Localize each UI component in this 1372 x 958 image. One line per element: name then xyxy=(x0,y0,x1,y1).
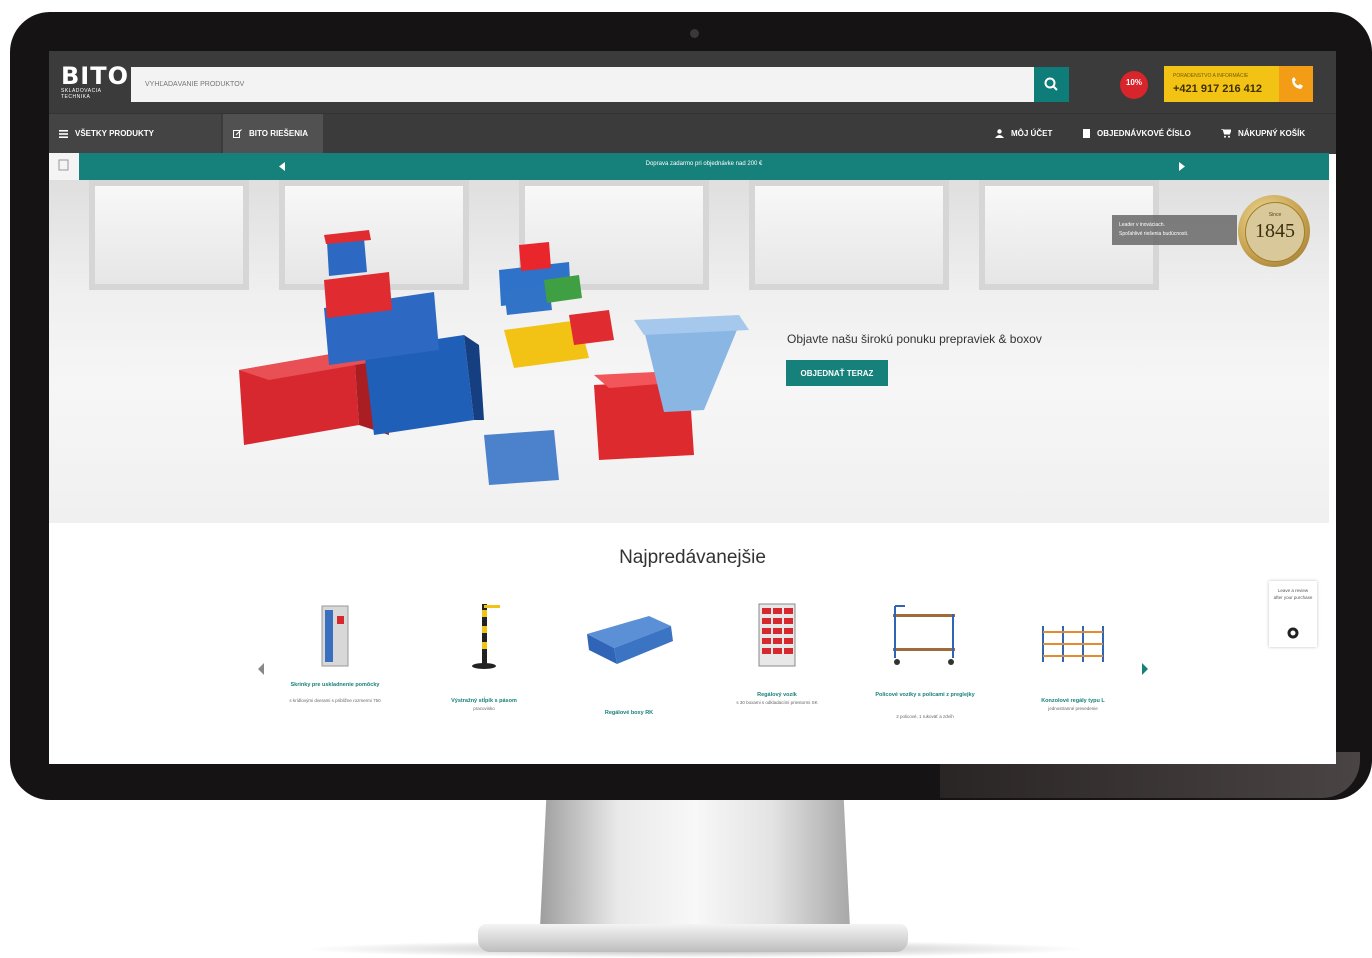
bestsellers-title: Najpredávanejšie xyxy=(619,547,766,568)
category-cabinets[interactable] xyxy=(49,153,81,179)
nav-my-account[interactable]: MÔJ ÚČET xyxy=(995,114,1052,154)
product-card[interactable]: Policové vozíky s policami z preglejky 2… xyxy=(865,596,985,719)
product-card[interactable]: Skrinky pre uskladnenie pomôcky s krídlo… xyxy=(275,596,395,716)
product-card[interactable]: Regálové boxy RK xyxy=(569,596,689,716)
menu-icon xyxy=(59,129,68,138)
order-now-button[interactable]: OBJEDNAŤ TERAZ xyxy=(786,360,888,386)
promo-bar: Doprava zadarmo pri objednávke nad 200 € xyxy=(79,153,1329,180)
nav-cart[interactable]: NÁKUPNÝ KOŠÍK xyxy=(1221,114,1305,154)
product-image xyxy=(587,616,673,664)
hero-banner: Objavte našu širokú ponuku prepraviek & … xyxy=(49,180,1329,523)
search-field xyxy=(131,67,1039,102)
carousel-prev-arrow[interactable] xyxy=(258,663,264,675)
product-image xyxy=(472,604,500,669)
user-icon xyxy=(995,129,1004,139)
product-card[interactable]: Konzolové regály typu L jednostranné pre… xyxy=(1013,596,1133,716)
nav-bito-solutions[interactable]: BITO RIEŠENIA xyxy=(223,114,323,154)
product-card[interactable]: Výstražný stĺpik s pásom pracovisko xyxy=(424,596,544,716)
search-input[interactable] xyxy=(131,67,1039,102)
phone-icon xyxy=(1292,77,1303,89)
phone-info[interactable]: PORADENSTVO A INFORMÁCIE +421 917 216 41… xyxy=(1164,66,1279,102)
hero-heading: Objavte našu širokú ponuku prepraviek & … xyxy=(787,332,1042,346)
monitor-stand-neck xyxy=(540,800,850,928)
bito-logo[interactable]: BITO SKLADOVACIA TECHNIKA xyxy=(61,64,128,102)
top-header: BITO SKLADOVACIA TECHNIKA 10% PORADENSTV… xyxy=(49,51,1336,113)
product-image xyxy=(758,603,796,667)
product-image xyxy=(321,605,349,667)
chevron-right-icon[interactable] xyxy=(1179,162,1185,171)
search-button[interactable] xyxy=(1034,67,1069,102)
since-1845-seal: Since 1845 xyxy=(1238,195,1310,267)
carousel-next-arrow[interactable] xyxy=(1142,663,1148,675)
edit-icon xyxy=(233,129,242,139)
webcam xyxy=(690,29,699,38)
product-image xyxy=(893,605,955,665)
document-icon xyxy=(1083,129,1090,139)
search-icon xyxy=(1044,77,1058,91)
cabinet-icon xyxy=(58,159,69,171)
monitor-stand-base xyxy=(478,924,908,952)
chat-icon xyxy=(1287,627,1299,639)
leader-tagline: Leader v inováciach. Spoľahlivé riešenia… xyxy=(1112,215,1237,245)
phone-button[interactable] xyxy=(1279,66,1313,102)
website-screen: BITO SKLADOVACIA TECHNIKA 10% PORADENSTV… xyxy=(49,51,1336,764)
discount-badge[interactable]: 10% xyxy=(1120,71,1148,99)
product-image xyxy=(1042,626,1104,662)
product-card[interactable]: Regálový vozík s 30 boxami s odkladacími… xyxy=(717,596,837,716)
main-navigation: VŠETKY PRODUKTY BITO RIEŠENIA MÔJ ÚČET O… xyxy=(49,113,1336,154)
seal-inner: Since 1845 xyxy=(1245,202,1305,262)
nav-order-number[interactable]: OBJEDNÁVKOVÉ ČÍSLO xyxy=(1083,114,1191,154)
promo-text: Doprava zadarmo pri objednávke nad 200 € xyxy=(645,161,763,167)
cart-icon xyxy=(1221,129,1231,139)
background-window xyxy=(749,180,949,290)
review-widget[interactable]: Leave a review after your purchase xyxy=(1269,581,1317,647)
nav-all-products[interactable]: VŠETKY PRODUKTY xyxy=(49,114,221,154)
storage-crates-illustration xyxy=(239,230,749,485)
